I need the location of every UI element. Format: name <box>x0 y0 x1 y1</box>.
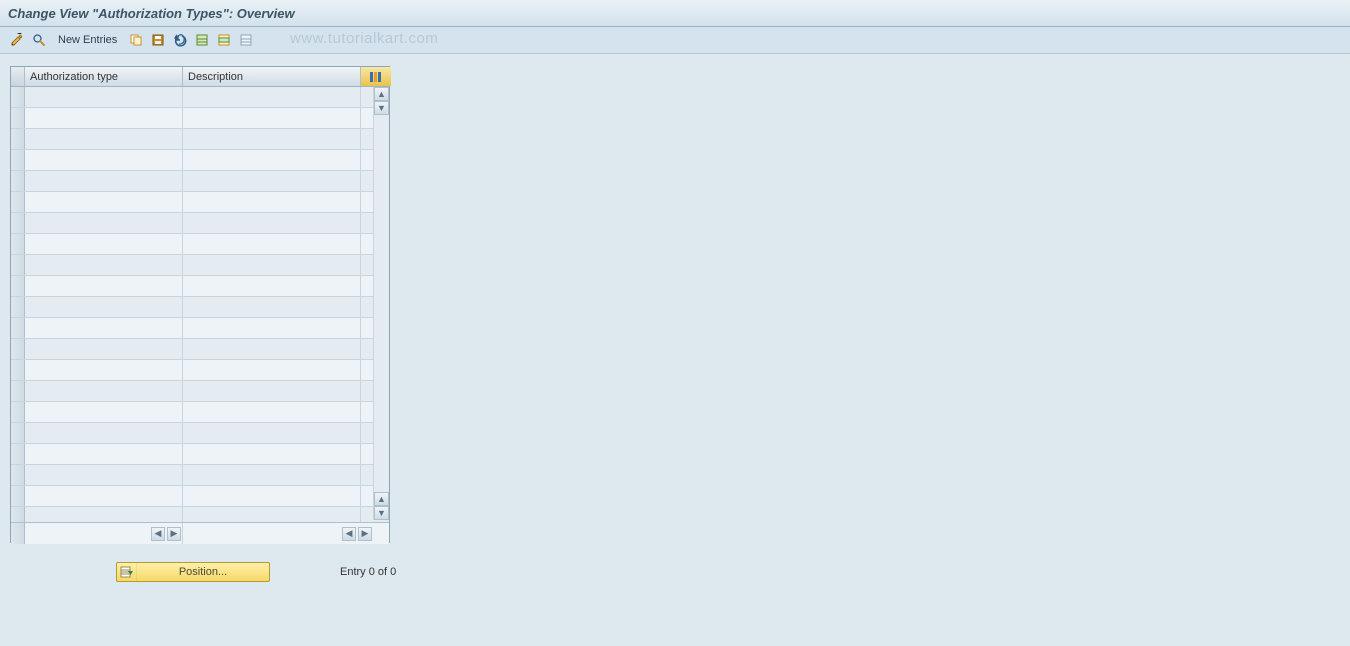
table-row[interactable] <box>11 360 389 381</box>
table-row[interactable] <box>11 465 389 486</box>
table-row[interactable] <box>11 171 389 192</box>
table-row[interactable] <box>11 129 389 150</box>
undo-icon[interactable] <box>171 31 189 49</box>
table-row[interactable] <box>11 339 389 360</box>
scroll-right-icon[interactable]: ▶ <box>167 527 181 541</box>
scroll-up-bottom-icon[interactable]: ▲ <box>374 492 389 506</box>
table-footer-row: Position... Entry 0 of 0 <box>10 562 410 582</box>
table-row[interactable] <box>11 150 389 171</box>
table-row[interactable] <box>11 213 389 234</box>
table-row[interactable] <box>11 255 389 276</box>
vertical-scrollbar[interactable]: ▲ ▼ ▲ ▼ <box>373 87 389 520</box>
row-selector-header[interactable] <box>11 67 25 86</box>
table-row[interactable] <box>11 192 389 213</box>
table-row[interactable] <box>11 444 389 465</box>
select-all-icon[interactable] <box>193 31 211 49</box>
column-header-description[interactable]: Description <box>183 67 361 86</box>
select-block-icon[interactable] <box>215 31 233 49</box>
table-header: Authorization type Description <box>11 67 389 87</box>
new-entries-button[interactable]: New Entries <box>52 32 123 48</box>
save-icon[interactable] <box>149 31 167 49</box>
table-row[interactable] <box>11 276 389 297</box>
scroll-up-icon[interactable]: ▲ <box>374 87 389 101</box>
table-row[interactable] <box>11 108 389 129</box>
authorization-types-table: Authorization type Description <box>10 66 390 543</box>
table-row[interactable] <box>11 297 389 318</box>
application-toolbar: New Entries <box>0 27 1350 54</box>
scroll-right-end-icon[interactable]: ▶ <box>358 527 372 541</box>
scroll-left-icon[interactable]: ◀ <box>151 527 165 541</box>
table-row[interactable] <box>11 381 389 402</box>
table-body <box>11 87 389 522</box>
table-row[interactable] <box>11 423 389 444</box>
scroll-left-end-icon[interactable]: ◀ <box>342 527 356 541</box>
position-button-label: Position... <box>137 566 269 578</box>
title-bar: Change View "Authorization Types": Overv… <box>0 0 1350 27</box>
content-area: Authorization type Description <box>0 54 1350 646</box>
table-row[interactable] <box>11 402 389 423</box>
table-row[interactable] <box>11 87 389 108</box>
entry-count-text: Entry 0 of 0 <box>340 566 396 578</box>
position-icon <box>117 563 137 581</box>
watermark-text: www.tutorialkart.com <box>290 30 438 47</box>
table-row[interactable] <box>11 234 389 255</box>
column-header-authorization-type[interactable]: Authorization type <box>25 67 183 86</box>
table-row[interactable] <box>11 507 389 522</box>
page-title: Change View "Authorization Types": Overv… <box>8 6 295 21</box>
scroll-down-icon[interactable]: ▼ <box>374 506 389 520</box>
find-icon[interactable] <box>30 31 48 49</box>
copy-icon[interactable] <box>127 31 145 49</box>
toggle-display-change-icon[interactable] <box>8 31 26 49</box>
table-row[interactable] <box>11 318 389 339</box>
table-row[interactable] <box>11 486 389 507</box>
deselect-all-icon[interactable] <box>237 31 255 49</box>
scroll-down-top-icon[interactable]: ▼ <box>374 101 389 115</box>
horizontal-scrollbar[interactable]: ◀ ▶ ◀ ▶ <box>11 522 389 544</box>
table-settings-icon[interactable] <box>361 67 391 86</box>
position-button[interactable]: Position... <box>116 562 270 582</box>
